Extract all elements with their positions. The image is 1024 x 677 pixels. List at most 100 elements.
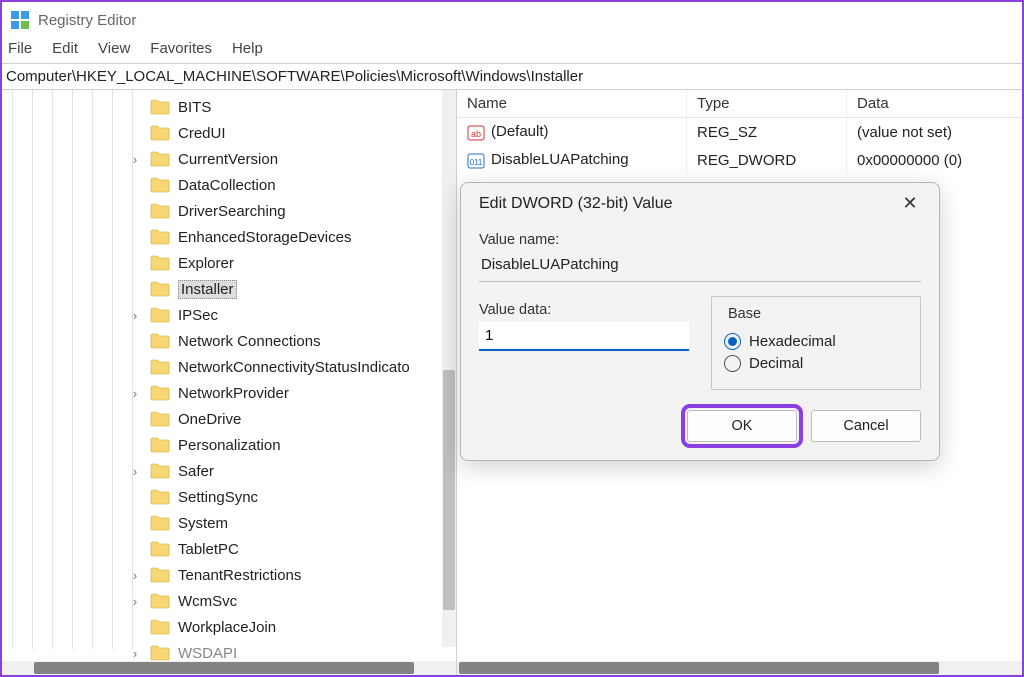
chevron-right-icon[interactable]: › (128, 386, 142, 401)
value-data: 0x00000000 (0) (847, 147, 1022, 174)
registry-editor-window: Registry Editor File Edit View Favorites… (0, 0, 1024, 677)
value-header: Name Type Data (457, 90, 1022, 118)
folder-icon (150, 281, 170, 297)
folder-icon (150, 567, 170, 583)
tree-item[interactable]: › Safer (2, 458, 456, 484)
app-icon (10, 10, 30, 30)
tree-item-label: NetworkConnectivityStatusIndicato (178, 359, 410, 376)
address-bar[interactable]: Computer\HKEY_LOCAL_MACHINE\SOFTWARE\Pol… (2, 63, 1022, 90)
folder-icon (150, 203, 170, 219)
scrollbar-thumb[interactable] (459, 662, 939, 674)
menubar: File Edit View Favorites Help (2, 38, 1022, 63)
radio-decimal[interactable]: Decimal (724, 355, 908, 372)
tree-item[interactable]: Installer (2, 276, 456, 302)
value-name-display: DisableLUAPatching (479, 252, 921, 282)
tree-item[interactable]: SettingSync (2, 484, 456, 510)
folder-icon (150, 229, 170, 245)
tree-item[interactable]: Network Connections (2, 328, 456, 354)
column-type[interactable]: Type (687, 90, 847, 117)
column-data[interactable]: Data (847, 90, 1022, 117)
chevron-right-icon[interactable]: › (128, 152, 142, 167)
folder-icon (150, 359, 170, 375)
registry-tree[interactable]: BITS CredUI›CurrentVersionDataCollection D… (2, 90, 456, 661)
radio-label: Decimal (749, 355, 803, 372)
svg-text:011: 011 (470, 158, 483, 167)
value-name-label: Value name: (479, 232, 921, 248)
svg-text:ab: ab (471, 129, 481, 139)
tree-item[interactable]: › TenantRestrictions (2, 562, 456, 588)
tree-item-label: Safer (178, 463, 214, 480)
tree-item-label: BITS (178, 99, 211, 116)
value-row[interactable]: ab(Default)REG_SZ(value not set) (457, 118, 1022, 146)
tree-item[interactable]: Personalization (2, 432, 456, 458)
menu-file[interactable]: File (8, 40, 32, 57)
tree-item[interactable]: DriverSearching (2, 198, 456, 224)
tree-item[interactable]: NetworkConnectivityStatusIndicato (2, 354, 456, 380)
ok-button[interactable]: OK (687, 410, 797, 442)
chevron-right-icon[interactable]: › (128, 568, 142, 583)
titlebar: Registry Editor (2, 2, 1022, 38)
edit-dword-dialog: Edit DWORD (32-bit) Value ✕ Value name: … (460, 182, 940, 461)
base-fieldset: Base Hexadecimal Decimal (711, 296, 921, 390)
folder-icon (150, 515, 170, 531)
radio-hexadecimal[interactable]: Hexadecimal (724, 333, 908, 350)
radio-icon (724, 355, 741, 372)
chevron-right-icon[interactable]: › (128, 464, 142, 479)
scrollbar-thumb[interactable] (34, 662, 414, 674)
tree-item[interactable]: DataCollection (2, 172, 456, 198)
tree-item-label: WorkplaceJoin (178, 619, 276, 636)
tree-item[interactable]: › NetworkProvider (2, 380, 456, 406)
folder-icon (150, 177, 170, 193)
tree-item-label: NetworkProvider (178, 385, 289, 402)
tree-item-label: Installer (178, 280, 237, 299)
folder-icon (150, 645, 170, 661)
tree-item[interactable]: BITS (2, 94, 456, 120)
tree-item[interactable]: Explorer (2, 250, 456, 276)
tree-item[interactable]: TabletPC (2, 536, 456, 562)
menu-edit[interactable]: Edit (52, 40, 78, 57)
tree-item[interactable]: System (2, 510, 456, 536)
tree-panel: BITS CredUI›CurrentVersionDataCollection D… (2, 90, 457, 675)
tree-item[interactable]: › IPSec (2, 302, 456, 328)
dialog-title: Edit DWORD (32-bit) Value (479, 195, 673, 213)
value-data-label: Value data: (479, 302, 689, 318)
value-row[interactable]: 011DisableLUAPatchingREG_DWORD0x00000000… (457, 146, 1022, 174)
tree-item[interactable]: EnhancedStorageDevices (2, 224, 456, 250)
tree-item[interactable]: ›WSDAPI (2, 640, 456, 661)
folder-icon (150, 437, 170, 453)
radio-icon (724, 333, 741, 350)
tree-item-label: Network Connections (178, 333, 321, 350)
column-name[interactable]: Name (457, 90, 687, 117)
tree-item[interactable]: OneDrive (2, 406, 456, 432)
menu-help[interactable]: Help (232, 40, 263, 57)
menu-view[interactable]: View (98, 40, 130, 57)
folder-icon (150, 463, 170, 479)
tree-item-label: Explorer (178, 255, 234, 272)
value-data-input[interactable] (479, 322, 689, 351)
tree-item-label: WcmSvc (178, 593, 237, 610)
close-icon[interactable]: ✕ (895, 193, 925, 214)
value-type: REG_DWORD (687, 147, 847, 174)
cancel-button[interactable]: Cancel (811, 410, 921, 442)
folder-icon (150, 151, 170, 167)
chevron-right-icon[interactable]: › (128, 646, 142, 661)
tree-item-label: IPSec (178, 307, 218, 324)
tree-vertical-scrollbar[interactable] (442, 90, 456, 647)
tree-item-label: TenantRestrictions (178, 567, 301, 584)
menu-favorites[interactable]: Favorites (150, 40, 212, 57)
value-type: REG_SZ (687, 119, 847, 146)
tree-item[interactable]: › WcmSvc (2, 588, 456, 614)
chevron-right-icon[interactable]: › (128, 594, 142, 609)
tree-item[interactable]: WorkplaceJoin (2, 614, 456, 640)
tree-item-label: DriverSearching (178, 203, 286, 220)
folder-icon (150, 99, 170, 115)
folder-icon (150, 489, 170, 505)
scrollbar-thumb[interactable] (443, 370, 455, 610)
folder-icon (150, 255, 170, 271)
tree-horizontal-scrollbar[interactable] (2, 661, 456, 675)
chevron-right-icon[interactable]: › (128, 308, 142, 323)
tree-item[interactable]: ›CurrentVersion (2, 146, 456, 172)
value-horizontal-scrollbar[interactable] (457, 661, 1022, 675)
tree-item[interactable]: CredUI (2, 120, 456, 146)
tree-item-label: EnhancedStorageDevices (178, 229, 351, 246)
